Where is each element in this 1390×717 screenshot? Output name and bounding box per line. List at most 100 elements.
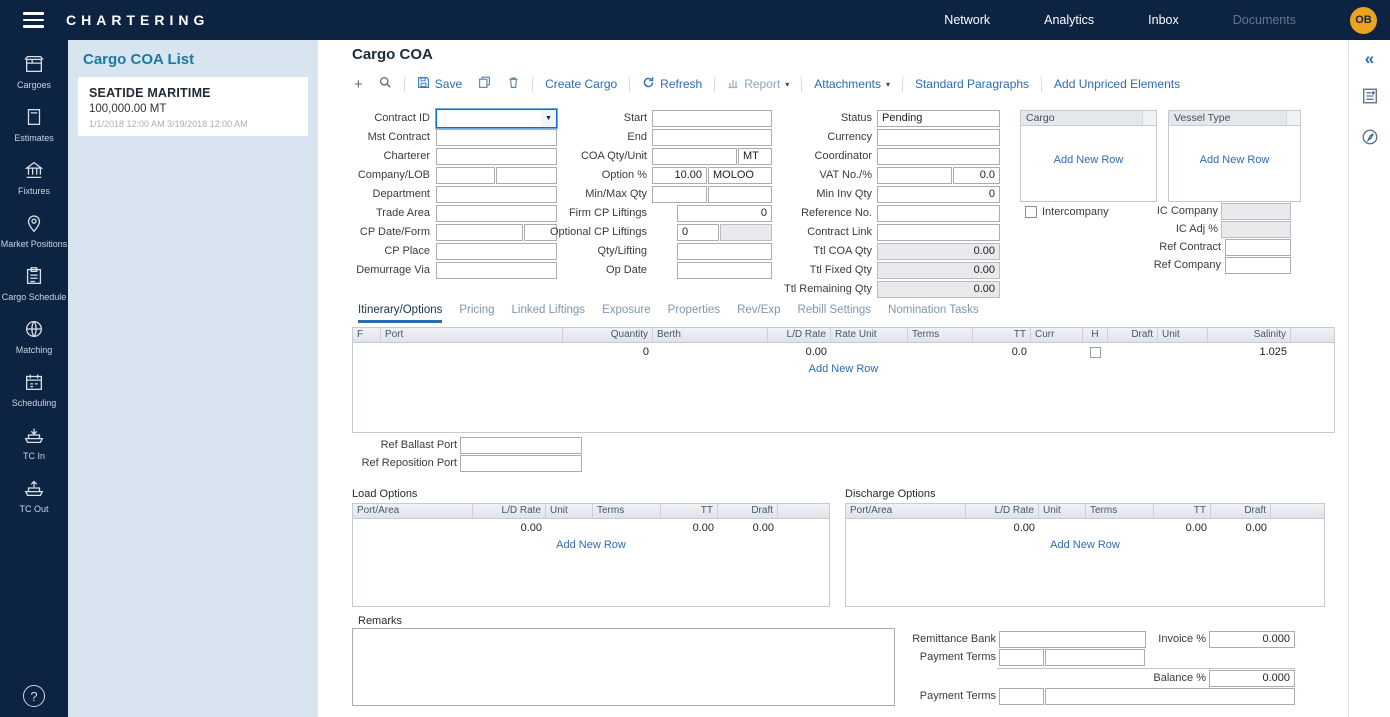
load-options-add-new-row-link[interactable]: Add New Row	[353, 539, 829, 551]
cell-unit[interactable]	[546, 519, 593, 537]
column-header-port-area[interactable]: Port/Area	[846, 504, 966, 518]
hamburger-menu-icon[interactable]	[0, 12, 66, 28]
tab-itinerary-options[interactable]: Itinerary/Options	[358, 304, 442, 323]
copy-button[interactable]	[478, 76, 491, 92]
column-header-ld-rate[interactable]: L/D Rate	[966, 504, 1039, 518]
cell-ld-rate[interactable]: 0.00	[473, 519, 546, 537]
column-header-quantity[interactable]: Quantity	[563, 328, 653, 342]
create-cargo-button[interactable]: Create Cargo	[545, 77, 617, 91]
scrollbar[interactable]	[1142, 111, 1156, 125]
cell-tt[interactable]: 0.00	[1154, 519, 1211, 537]
cell-draft[interactable]: 0.00	[1211, 519, 1271, 537]
cell-quantity[interactable]: 0	[563, 343, 653, 361]
optional-cp-liftings-field[interactable]: 0	[677, 224, 719, 241]
column-header-salinity[interactable]: Salinity	[1208, 328, 1291, 342]
tab-rebill-settings[interactable]: Rebill Settings	[798, 304, 872, 323]
sidebar-item-cargo-schedule[interactable]: Cargo Schedule	[0, 265, 68, 302]
tab-properties[interactable]: Properties	[668, 304, 720, 323]
column-header-unit[interactable]: Unit	[546, 504, 593, 518]
table-row[interactable]: 0.00 0.00 0.00	[353, 519, 829, 537]
option-pct-field[interactable]: 10.00	[652, 167, 707, 184]
attachments-dropdown-button[interactable]: Attachments ▾	[814, 77, 890, 91]
vessel-type-add-new-row-link[interactable]: Add New Row	[1169, 154, 1300, 166]
cell-tt[interactable]: 0.0	[973, 343, 1031, 361]
nav-network[interactable]: Network	[944, 13, 990, 27]
cell-tt[interactable]: 0.00	[661, 519, 718, 537]
save-button[interactable]: Save	[417, 76, 462, 92]
ref-contract-field[interactable]	[1225, 239, 1291, 256]
intercompany-checkbox[interactable]	[1025, 206, 1037, 218]
cell-terms[interactable]	[593, 519, 661, 537]
sidebar-item-estimates[interactable]: Estimates	[0, 106, 68, 143]
column-header-port-area[interactable]: Port/Area	[353, 504, 473, 518]
coa-qty-field[interactable]	[652, 148, 737, 165]
report-dropdown-button[interactable]: Report ▾	[727, 77, 789, 92]
column-header-tt[interactable]: TT	[661, 504, 718, 518]
invoice-pct-field[interactable]: 0.000	[1209, 631, 1295, 648]
tab-exposure[interactable]: Exposure	[602, 304, 651, 323]
cell-port-area[interactable]	[353, 519, 473, 537]
cp-date-field[interactable]	[436, 224, 523, 241]
column-header-h[interactable]: H	[1083, 328, 1108, 342]
balance-pct-field[interactable]: 0.000	[1209, 670, 1295, 687]
column-header-terms[interactable]: Terms	[593, 504, 661, 518]
cargo-add-new-row-link[interactable]: Add New Row	[1021, 154, 1156, 166]
ref-company-field[interactable]	[1225, 257, 1291, 274]
ref-reposition-port-field[interactable]	[460, 455, 582, 472]
column-header-curr[interactable]: Curr	[1031, 328, 1083, 342]
refresh-button[interactable]: Refresh	[642, 76, 702, 92]
user-avatar[interactable]: OB	[1350, 7, 1377, 34]
delete-button[interactable]	[507, 76, 520, 92]
coordinator-field[interactable]	[877, 148, 1000, 165]
column-header-terms[interactable]: Terms	[1086, 504, 1154, 518]
new-button[interactable]: +	[354, 77, 363, 92]
tab-rev-exp[interactable]: Rev/Exp	[737, 304, 780, 323]
payment-terms-2-desc-field[interactable]	[1045, 688, 1295, 705]
column-header-unit[interactable]: Unit	[1158, 328, 1208, 342]
nav-inbox[interactable]: Inbox	[1148, 13, 1179, 27]
discharge-options-add-new-row-link[interactable]: Add New Row	[846, 539, 1324, 551]
notes-panel-button[interactable]	[1361, 128, 1379, 149]
cell-curr[interactable]	[1031, 343, 1083, 361]
column-header-ld-rate[interactable]: L/D Rate	[768, 328, 831, 342]
cell-port-area[interactable]	[846, 519, 966, 537]
ref-ballast-port-field[interactable]	[460, 437, 582, 454]
itinerary-add-new-row-link[interactable]: Add New Row	[353, 363, 1334, 375]
tab-nomination-tasks[interactable]: Nomination Tasks	[888, 304, 979, 323]
column-header-rate-unit[interactable]: Rate Unit	[831, 328, 908, 342]
sidebar-item-scheduling[interactable]: Scheduling	[0, 371, 68, 408]
cell-f[interactable]	[353, 343, 381, 361]
cell-port[interactable]	[381, 343, 563, 361]
sidebar-item-tc-out[interactable]: TC Out	[0, 477, 68, 514]
search-button[interactable]	[379, 76, 392, 92]
sidebar-item-matching[interactable]: Matching	[0, 318, 68, 355]
cell-ld-rate[interactable]: 0.00	[966, 519, 1039, 537]
standard-paragraphs-button[interactable]: Standard Paragraphs	[915, 77, 1029, 91]
scrollbar[interactable]	[1286, 111, 1300, 125]
reference-no-field[interactable]	[877, 205, 1000, 222]
column-header-ld-rate[interactable]: L/D Rate	[473, 504, 546, 518]
cell-draft[interactable]: 0.00	[718, 519, 778, 537]
cell-ld-rate[interactable]: 0.00	[768, 343, 831, 361]
cell-unit[interactable]	[1158, 343, 1208, 361]
vat-no-field[interactable]	[877, 167, 952, 184]
cell-berth[interactable]	[653, 343, 768, 361]
remarks-textarea[interactable]	[352, 628, 895, 706]
currency-field[interactable]	[877, 129, 1000, 146]
min-qty-field[interactable]	[652, 186, 707, 203]
cell-terms[interactable]	[1086, 519, 1154, 537]
table-row[interactable]: 0 0.00 0.0 1.025	[353, 343, 1334, 361]
payment-terms-code-field[interactable]	[999, 649, 1044, 666]
column-header-f[interactable]: F	[353, 328, 381, 342]
cell-rate-unit[interactable]	[831, 343, 908, 361]
properties-panel-button[interactable]	[1361, 87, 1379, 108]
column-header-unit[interactable]: Unit	[1039, 504, 1086, 518]
sidebar-item-market-positions[interactable]: Market Positions	[0, 212, 68, 249]
column-header-draft[interactable]: Draft	[1108, 328, 1158, 342]
min-inv-qty-field[interactable]: 0	[877, 186, 1000, 203]
column-header-berth[interactable]: Berth	[653, 328, 768, 342]
nav-analytics[interactable]: Analytics	[1044, 13, 1094, 27]
help-button[interactable]: ?	[23, 685, 45, 707]
sidebar-item-tc-in[interactable]: TC In	[0, 424, 68, 461]
cell-draft[interactable]	[1108, 343, 1158, 361]
